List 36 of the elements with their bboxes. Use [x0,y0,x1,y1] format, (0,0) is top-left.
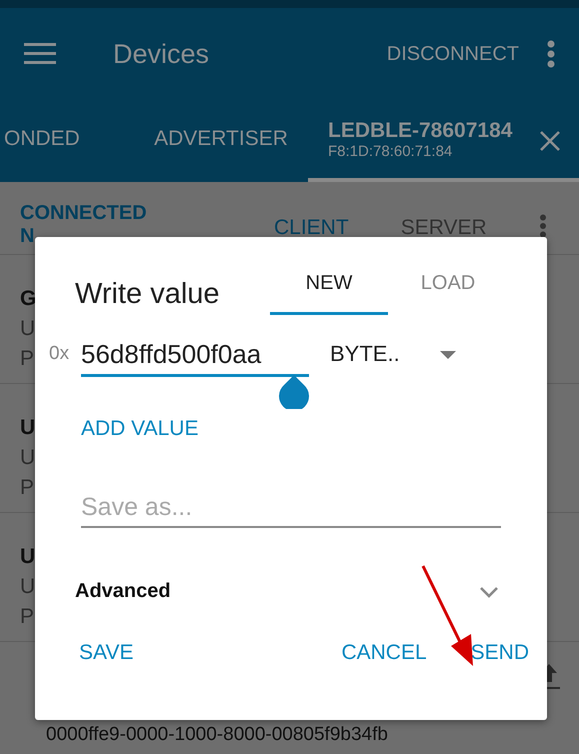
dialog-tab[interactable]: LOAD [389,267,507,315]
more-icon[interactable] [539,214,547,238]
save-as-field[interactable]: Save as... [81,493,501,528]
service-uuid: U [20,575,36,599]
connection-status: CONNECTED [20,202,148,225]
bond-status: N [20,225,36,248]
service-type: P [20,476,34,500]
dialog-button[interactable]: SEND [470,641,530,665]
service-uuid: U [20,446,36,470]
service-uuid: U [20,317,36,341]
service-name: G [20,287,36,311]
dialog-button[interactable]: CANCEL [341,641,427,665]
dialog-title: Write value [75,278,221,312]
chevron-icon[interactable] [479,586,499,598]
device-tab[interactable]: ONDED [0,100,134,182]
app-title: Devices [113,38,210,70]
dialog-tab[interactable]: NEW [270,267,388,315]
value-field[interactable]: 56d8ffd500f0aa [81,339,309,377]
caret-icon[interactable] [440,351,456,359]
hex-prefix: 0x [49,343,70,366]
add-value-button[interactable]: ADD VALUE [81,417,198,441]
service-name: U [20,416,36,440]
disconnect-button[interactable]: DISCONNECT [386,42,519,66]
format-dropdown[interactable]: BYTE.. [330,341,440,377]
service-type: P [20,347,34,371]
mode-tab[interactable]: CLIENT [274,216,349,240]
advanced-label[interactable]: Advanced [75,580,171,603]
close-icon[interactable] [539,130,561,152]
menu-icon[interactable] [24,43,56,65]
mode-tab[interactable]: SERVER [400,216,487,240]
service-type: P [20,605,34,629]
dialog-button[interactable]: SAVE [79,641,134,665]
service-name: U [20,545,36,569]
device-tab[interactable]: ADVERTISER [134,100,308,182]
text-cursor-handle-icon[interactable] [277,375,311,409]
characteristic-uuid: 0000ffe9-0000-1000-8000-00805f9b34fb [46,724,388,746]
